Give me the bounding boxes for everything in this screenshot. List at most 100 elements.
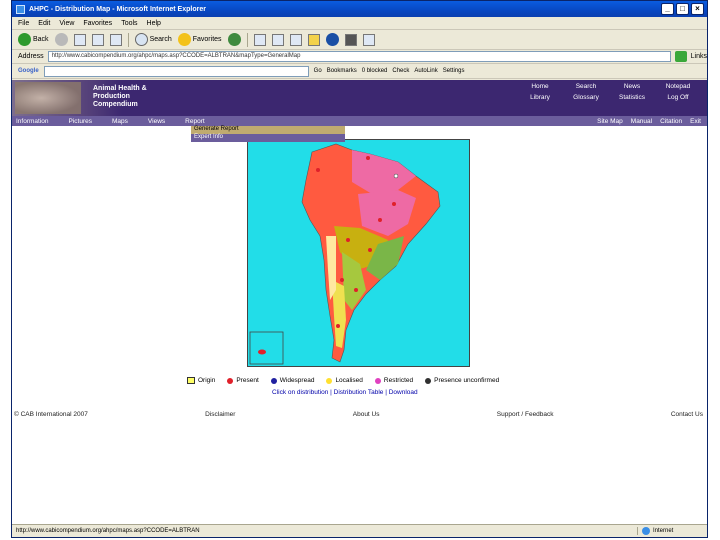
restricted-swatch [374,377,381,384]
links-label: Links [690,53,707,60]
forward-button[interactable] [54,33,68,46]
minimize-button[interactable]: _ [661,3,674,15]
menu-favorites[interactable]: Favorites [83,20,112,27]
favorites-button[interactable]: Favorites [177,33,222,46]
map-inset [249,331,284,365]
search-button[interactable]: Search [134,33,172,46]
edit-icon[interactable] [289,33,302,46]
report-dropdown: Generate Report Expert Info [191,126,345,142]
link-notepad[interactable]: Notepad [655,83,701,90]
home-icon[interactable] [109,33,122,46]
link-search[interactable]: Search [563,83,609,90]
menu-tools[interactable]: Tools [121,20,137,27]
address-label: Address [18,53,44,60]
legend-origin: Origin [187,377,215,384]
dropdown-expert-info[interactable]: Expert Info [191,134,345,142]
back-arrow-icon [18,33,31,46]
go-button[interactable] [674,51,687,62]
origin-swatch [187,377,195,384]
address-bar: Address http://www.cabicompendium.org/ah… [12,50,707,64]
history-icon[interactable] [227,33,241,46]
close-button[interactable]: × [691,3,704,15]
settings-button[interactable]: Settings [443,68,465,74]
refresh-icon[interactable] [91,33,104,46]
top-links: Home Search News Notepad Library Glossar… [517,83,701,101]
link-glossary[interactable]: Glossary [563,94,609,101]
search-icon [134,33,148,46]
link-library[interactable]: Library [517,94,563,101]
nav-pictures[interactable]: Pictures [69,118,92,125]
messenger-icon[interactable] [344,33,357,46]
back-button[interactable]: Back [18,33,49,46]
legend-unconfirmed: Presence unconfirmed [425,377,499,384]
ie-icon [16,4,25,14]
map-legend: Origin Present Widespread Localised Rest… [187,377,499,384]
menu-bar: File Edit View Favorites Tools Help [12,17,707,30]
browser-window: AHPC - Distribution Map - Microsoft Inte… [11,0,708,538]
legend-widespread: Widespread [270,377,314,384]
nav-information[interactable]: Information [16,118,49,125]
widespread-swatch [270,377,277,384]
page-footer: © CAB International 2007 Disclaimer Abou… [14,411,703,418]
menu-help[interactable]: Help [147,20,161,27]
site-banner: Animal Health & Production Compendium Ho… [12,80,707,116]
forward-arrow-icon [54,33,68,46]
maximize-button[interactable]: □ [676,3,689,15]
copyright: © CAB International 2007 [14,411,88,418]
nav-site-map[interactable]: Site Map [597,118,623,125]
separator [246,32,248,47]
separator [127,32,129,47]
distribution-map[interactable] [247,139,470,367]
legend-localised: Localised [326,377,363,384]
popup-blocked-button[interactable]: 0 blocked [362,68,388,74]
link-home[interactable]: Home [517,83,563,90]
nav-manual[interactable]: Manual [631,118,652,125]
footer-disclaimer[interactable]: Disclaimer [205,411,235,418]
bookmarks-button[interactable]: Bookmarks [327,68,357,74]
mail-icon[interactable] [253,33,266,46]
map-links[interactable]: Click on distribution | Distribution Tab… [272,389,418,396]
legend-present: Present [227,377,259,384]
localised-swatch [326,377,333,384]
star-icon [177,33,191,46]
dropdown-generate-report[interactable]: Generate Report [191,126,345,134]
legend-restricted: Restricted [374,377,413,384]
link-statistics[interactable]: Statistics [609,94,655,101]
menu-edit[interactable]: Edit [38,20,50,27]
internet-zone-icon [642,527,650,535]
address-input[interactable]: http://www.cabicompendium.org/ahpc/maps.… [47,51,671,62]
footer-contact[interactable]: Contact Us [671,411,703,418]
folder-icon[interactable] [307,33,320,46]
page-content: Animal Health & Production Compendium Ho… [12,80,707,524]
south-america-map[interactable] [248,140,469,366]
unconfirmed-swatch [425,377,432,384]
print-icon[interactable] [271,33,284,46]
globe-icon[interactable] [325,33,339,46]
footer-about[interactable]: About Us [353,411,380,418]
research-icon[interactable] [362,33,375,46]
stop-icon[interactable] [73,33,86,46]
menu-file[interactable]: File [18,20,29,27]
standard-toolbar: Back Search Favorites [12,30,707,50]
nav-citation[interactable]: Citation [660,118,682,125]
site-logo[interactable]: Animal Health & Production Compendium [93,85,147,109]
nav-maps[interactable]: Maps [112,118,128,125]
google-logo: Google [18,68,39,74]
nav-exit[interactable]: Exit [690,118,701,125]
status-url: http://www.cabicompendium.org/ahpc/maps.… [16,528,200,534]
link-news[interactable]: News [609,83,655,90]
link-log-off[interactable]: Log Off [655,94,701,101]
security-zone: Internet [637,527,707,535]
nav-report[interactable]: Report [185,118,205,125]
google-go-button[interactable]: Go [314,68,322,74]
autolink-button[interactable]: AutoLink [414,68,437,74]
check-button[interactable]: Check [392,68,409,74]
google-search-input[interactable] [43,65,309,77]
menu-view[interactable]: View [59,20,74,27]
footer-support[interactable]: Support / Feedback [497,411,554,418]
title-bar: AHPC - Distribution Map - Microsoft Inte… [12,1,707,17]
google-toolbar: Google Go Bookmarks 0 blocked Check Auto… [12,64,707,79]
nav-views[interactable]: Views [148,118,165,125]
present-swatch [227,377,234,384]
window-title: AHPC - Distribution Map - Microsoft Inte… [29,5,206,13]
